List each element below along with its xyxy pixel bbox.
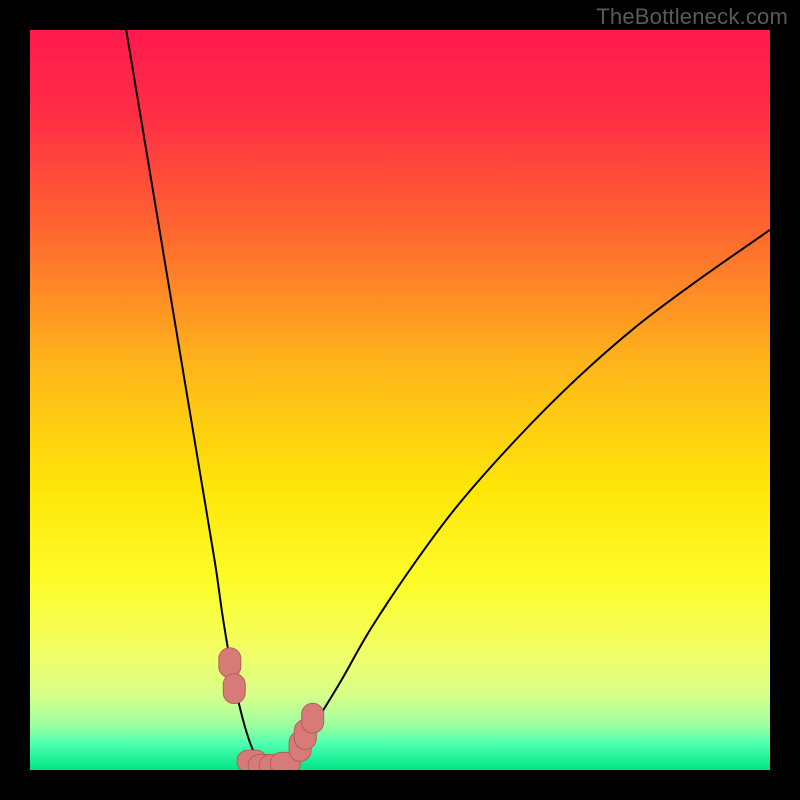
- watermark-text: TheBottleneck.com: [596, 4, 788, 30]
- curve-marker: [219, 648, 241, 678]
- chart-frame: TheBottleneck.com: [0, 0, 800, 800]
- plot-area: [30, 30, 770, 770]
- gradient-background: [30, 30, 770, 770]
- curve-marker: [302, 703, 324, 733]
- chart-svg: [30, 30, 770, 770]
- curve-marker: [223, 674, 245, 704]
